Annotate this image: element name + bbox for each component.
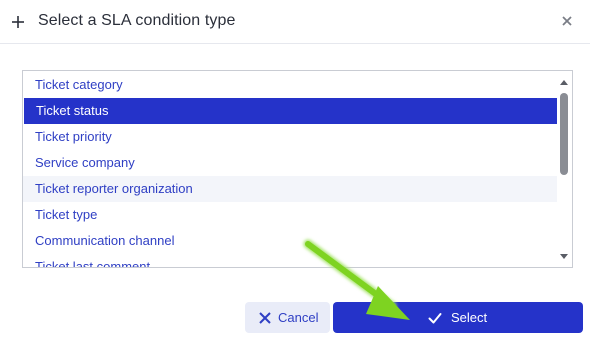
list-item[interactable]: Ticket type: [23, 202, 557, 228]
select-button[interactable]: Select: [333, 302, 583, 333]
list-item[interactable]: Ticket priority: [23, 124, 557, 150]
list-item[interactable]: Ticket last comment: [23, 254, 557, 267]
scroll-down-arrow-icon[interactable]: [560, 254, 568, 259]
cancel-button[interactable]: Cancel: [245, 302, 330, 333]
scroll-up-arrow-icon[interactable]: [560, 80, 568, 85]
sla-condition-dialog: Select a SLA condition type Ticket categ…: [0, 0, 590, 341]
list-item[interactable]: Ticket reporter organization: [23, 176, 557, 202]
condition-type-list[interactable]: Ticket category Ticket status Ticket pri…: [22, 70, 573, 268]
close-icon[interactable]: [560, 14, 574, 28]
dialog-header: Select a SLA condition type: [0, 0, 590, 44]
condition-type-list-items: Ticket category Ticket status Ticket pri…: [23, 71, 557, 267]
scrollbar-thumb[interactable]: [560, 93, 568, 175]
list-item[interactable]: Communication channel: [23, 228, 557, 254]
plus-icon: [12, 16, 24, 28]
list-item-selected[interactable]: Ticket status: [24, 98, 557, 124]
list-item[interactable]: Service company: [23, 150, 557, 176]
dialog-title: Select a SLA condition type: [38, 12, 236, 29]
close-icon: [259, 312, 271, 324]
list-scrollbar[interactable]: [557, 71, 572, 267]
list-item[interactable]: Ticket category: [23, 72, 557, 98]
check-icon: [428, 313, 442, 324]
select-button-label: Select: [451, 310, 488, 325]
cancel-button-label: Cancel: [278, 310, 319, 325]
